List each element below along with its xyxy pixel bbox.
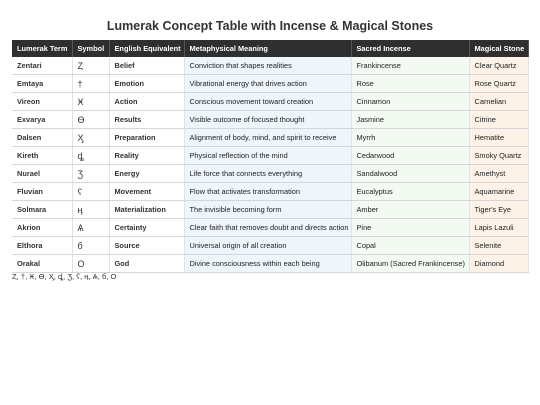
stone-cell: Lapis Lazuli [469,218,529,237]
term-cell: Orakal [12,254,73,273]
english-equivalent-cell: Reality [109,146,185,165]
english-equivalent-cell: Preparation [109,128,185,147]
english-equivalent-cell: Movement [109,182,185,201]
term-cell: Zentari [12,57,73,75]
meaning-cell: Clear faith that removes doubt and direc… [184,218,352,237]
incense-cell: Copal [351,236,470,255]
incense-cell: Eucalyptus [351,182,470,201]
column-header-symbol: Symbol [72,40,110,57]
table-row: Elthora б Source Universal origin of all cr… [12,236,529,255]
page-title: Lumerak Concept Table with Incense & Mag… [106,19,434,33]
symbol-cell: Ʒ [72,164,110,183]
meaning-cell: Vibrational energy that drives action [184,74,352,93]
meaning-cell: The invisible becoming form [184,200,352,219]
english-equivalent-cell: Materialization [109,200,185,219]
table-row: Vireon Ӿ Action Conscious movement toward c… [12,92,529,111]
table-row: Nurael Ʒ Energy Life force that connects ev… [12,164,529,183]
symbol-cell: Ӿ [72,92,110,111]
column-header-incense: Sacred Incense [351,40,470,57]
table-row: Zentari Ȥ Belief Conviction that shapes rea… [12,57,529,75]
stone-cell: Carnelian [469,92,529,111]
stone-cell: Amethyst [469,164,529,183]
meaning-cell: Universal origin of all creation [184,236,352,255]
symbol-cell: † [72,74,110,93]
incense-cell: Cedarwood [351,146,470,165]
symbol-cell: О [72,254,110,273]
meaning-cell: Conviction that shapes realities [184,57,352,75]
table-row: Akrion Ѧ Certainty Clear faith that removes… [12,218,529,237]
table-row: Solmara ӊ Materialization The invisible bec… [12,200,529,219]
meaning-cell: Physical reflection of the mind [184,146,352,165]
stone-cell: Smoky Quartz [469,146,529,165]
term-cell: Vireon [12,92,73,111]
term-cell: Akrion [12,218,73,237]
incense-cell: Jasmine [351,110,470,129]
stone-cell: Selenite [469,236,529,255]
column-header-stone: Magical Stone [469,40,529,57]
meaning-cell: Conscious movement toward creation [184,92,352,111]
meaning-cell: Visible outcome of focused thought [184,110,352,129]
incense-cell: Cinnamon [351,92,470,111]
column-header-meaning: Metaphysical Meaning [184,40,352,57]
english-equivalent-cell: Energy [109,164,185,183]
incense-cell: Sandalwood [351,164,470,183]
english-equivalent-cell: Action [109,92,185,111]
incense-cell: Myrrh [351,128,470,147]
term-cell: Kireth [12,146,73,165]
term-cell: Solmara [12,200,73,219]
stone-cell: Citrine [469,110,529,129]
stone-cell: Rose Quartz [469,74,529,93]
table-row: Fluvian ʕ Movement Flow that activates tran… [12,182,529,201]
english-equivalent-cell: God [109,254,185,273]
term-cell: Fluvian [12,182,73,201]
table-row: Kireth ȡ Reality Physical reflection of the… [12,146,529,165]
stone-cell: Clear Quartz [469,57,529,75]
symbol-cell: Ȥ [72,57,110,75]
incense-cell: Amber [351,200,470,219]
english-equivalent-cell: Belief [109,57,185,75]
meaning-cell: Divine consciousness within each being [184,254,352,273]
english-equivalent-cell: Certainty [109,218,185,237]
term-cell: Elthora [12,236,73,255]
table-row: Dalsen Ӽ Preparation Alignment of body, min… [12,128,529,147]
table-row: Emtaya † Emotion Vibrational energy that dr… [12,74,529,93]
symbol-cell: ӊ [72,200,110,219]
stone-cell: Aquamarine [469,182,529,201]
symbol-cell: ʕ [72,182,110,201]
symbol-cell: ϴ [72,110,110,129]
term-cell: Emtaya [12,74,73,93]
meaning-cell: Alignment of body, mind, and spirit to r… [184,128,352,147]
meaning-cell: Life force that connects everything [184,164,352,183]
symbol-cell: Ӽ [72,128,110,147]
symbol-cell: б [72,236,110,255]
term-cell: Exvarya [12,110,73,129]
concept-table: Lumerak Term Symbol English Equivalent M… [12,40,529,273]
column-header-english: English Equivalent [109,40,185,57]
incense-cell: Olibanum (Sacred Frankincense) [351,254,470,273]
english-equivalent-cell: Results [109,110,185,129]
english-equivalent-cell: Emotion [109,74,185,93]
table-row: Orakal О God Divine consciousness within ea… [12,254,529,273]
table-header-row: Lumerak Term Symbol English Equivalent M… [12,40,529,57]
incense-cell: Frankincense [351,57,470,75]
table-row: Exvarya ϴ Results Visible outcome of focuse… [12,110,529,129]
meaning-cell: Flow that activates transformation [184,182,352,201]
incense-cell: Rose [351,74,470,93]
incense-cell: Pine [351,218,470,237]
term-cell: Dalsen [12,128,73,147]
english-equivalent-cell: Source [109,236,185,255]
symbol-list: Ȥ, †, Ӿ, ϴ, Ӽ, ȡ, Ʒ, ʕ, ӊ, Ѧ, б, О [12,272,117,281]
column-header-term: Lumerak Term [12,40,73,57]
symbol-cell: ȡ [72,146,110,165]
symbol-cell: Ѧ [72,218,110,237]
stone-cell: Diamond [469,254,529,273]
stone-cell: Tiger's Eye [469,200,529,219]
table-body: Zentari Ȥ Belief Conviction that shapes rea… [12,57,529,273]
term-cell: Nurael [12,164,73,183]
stone-cell: Hematite [469,128,529,147]
